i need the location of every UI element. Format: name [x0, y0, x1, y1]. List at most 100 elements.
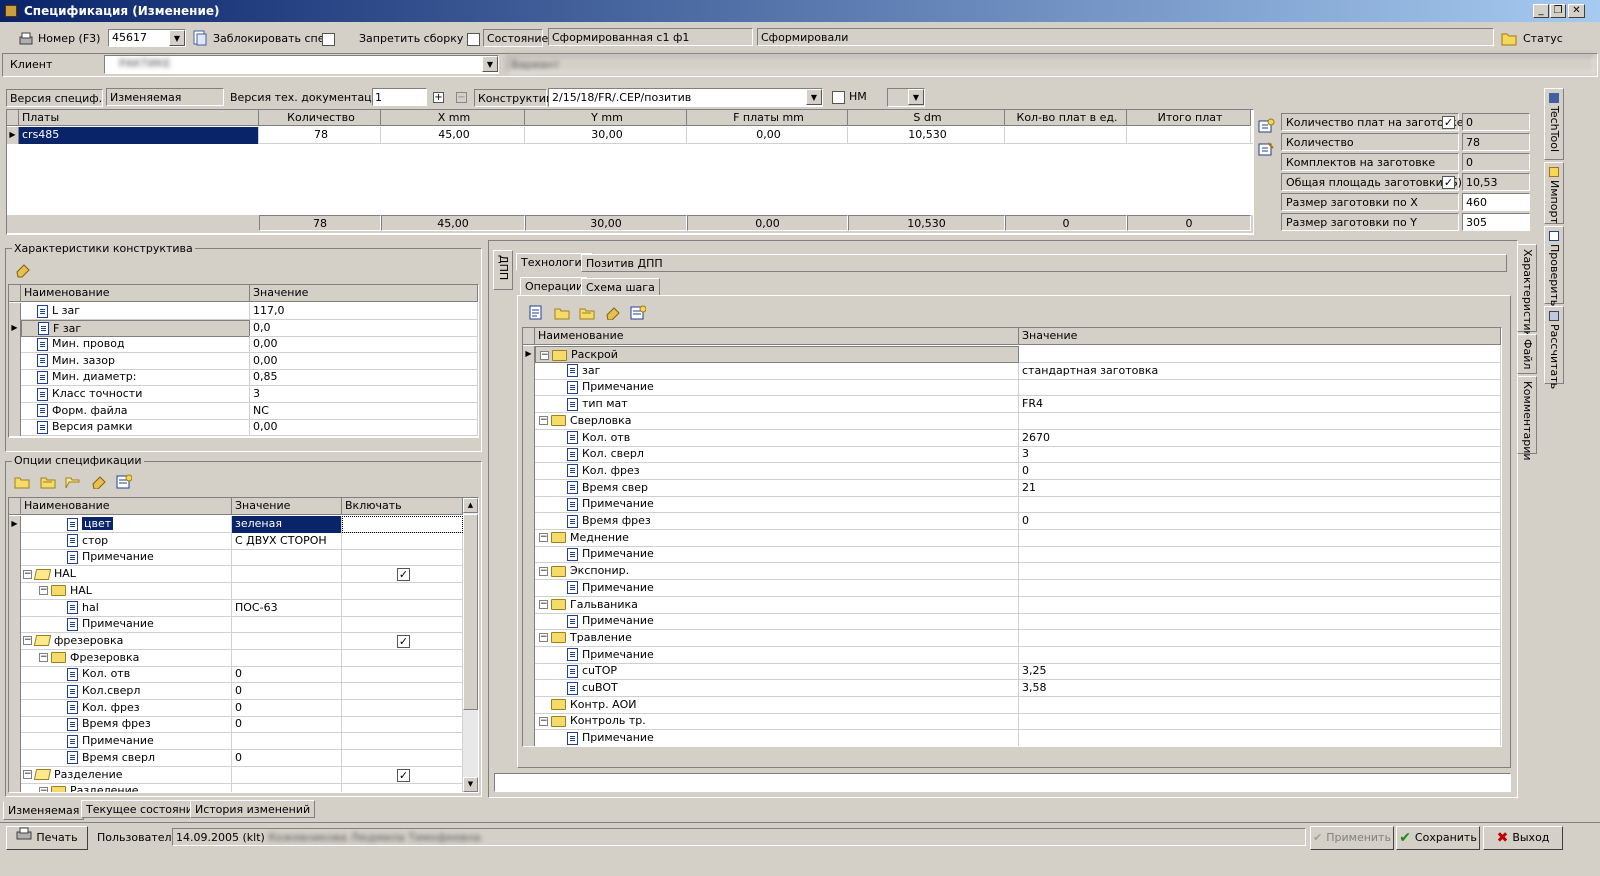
plus-icon[interactable]: + — [433, 92, 444, 103]
op-value-cell[interactable] — [1019, 713, 1501, 731]
collapse-icon[interactable]: − — [540, 350, 549, 360]
tree-row[interactable]: Время сверл 0 — [9, 749, 463, 767]
option-value-cell[interactable]: 0 — [232, 666, 342, 684]
chevron-down-icon[interactable]: ▼ — [482, 56, 498, 72]
tree-row[interactable]: − Травление — [523, 629, 1501, 647]
option-value-cell[interactable] — [232, 616, 342, 634]
scroll-down-icon[interactable]: ▼ — [463, 777, 478, 792]
collapse-icon[interactable]: − — [39, 786, 48, 792]
tab-calculate[interactable]: Рассчитать — [1544, 306, 1564, 389]
collapse-icon[interactable]: − — [539, 716, 548, 726]
tree-row[interactable]: − Сверловка — [523, 412, 1501, 430]
tree-row[interactable]: − Контроль тр. — [523, 713, 1501, 731]
option-include-cell[interactable] — [342, 683, 463, 700]
tech-doc-input[interactable]: 1 — [372, 88, 427, 106]
table-cell[interactable]: 0,00 — [687, 127, 848, 144]
folder-add-icon[interactable] — [40, 474, 56, 489]
option-include-cell[interactable] — [342, 649, 463, 667]
tab-step-scheme[interactable]: Схема шага — [581, 278, 660, 296]
option-value-cell[interactable] — [232, 733, 342, 751]
op-value-cell[interactable]: 21 — [1019, 479, 1501, 497]
tree-row[interactable]: − фрезеровка — [9, 632, 463, 650]
eraser-icon[interactable] — [91, 474, 107, 490]
blank-checkbox[interactable] — [1442, 176, 1455, 189]
op-value-cell[interactable] — [1019, 529, 1501, 547]
tree-row[interactable]: − Разделение — [9, 783, 463, 792]
table-row[interactable]: Мин. провод 0,00 — [9, 336, 478, 354]
nm-checkbox[interactable] — [832, 91, 845, 104]
table-row[interactable]: ▶ F заг 0,0 — [9, 319, 478, 337]
op-value-cell[interactable] — [1019, 379, 1501, 397]
forbid-assembly-checkbox[interactable] — [467, 33, 480, 46]
table-row[interactable]: Форм. файла NC — [9, 402, 478, 420]
tree-row[interactable]: ▶ цвет зеленая — [9, 516, 463, 533]
blank-checkbox[interactable] — [1442, 116, 1455, 129]
collapse-icon[interactable]: − — [23, 770, 32, 779]
tab-check[interactable]: Проверить — [1544, 226, 1564, 306]
op-value-cell[interactable]: 0 — [1019, 462, 1501, 480]
op-value-cell[interactable]: 3,58 — [1019, 680, 1501, 697]
new-folder-icon[interactable] — [14, 474, 30, 489]
option-value-cell[interactable]: 0 — [232, 749, 342, 767]
op-value-cell[interactable] — [1019, 412, 1501, 430]
tree-row[interactable]: Время фрез 0 — [9, 716, 463, 734]
tree-row[interactable]: − Разделение — [9, 766, 463, 784]
tab-operations[interactable]: Операции — [520, 277, 589, 295]
tree-row[interactable]: Кол. отв 2670 — [523, 429, 1501, 447]
tree-row[interactable]: Контр. АОИ — [523, 696, 1501, 714]
op-value-cell[interactable] — [1019, 629, 1501, 647]
option-include-cell[interactable] — [342, 783, 463, 792]
table-cell[interactable]: crs485 — [19, 127, 259, 144]
apply-button[interactable]: ✔ Применить — [1310, 826, 1394, 850]
properties-icon[interactable] — [630, 305, 647, 320]
collapse-icon[interactable]: − — [539, 600, 548, 609]
tree-row[interactable]: − Фрезеровка — [9, 649, 463, 667]
tree-row[interactable]: Кол. фрез 0 — [9, 699, 463, 717]
tree-row[interactable]: тип мат FR4 — [523, 396, 1501, 414]
op-value-cell[interactable] — [1019, 579, 1501, 597]
table-row[interactable]: Мин. диаметр: 0,85 — [9, 369, 478, 387]
tab-dpp[interactable]: ДПП — [493, 250, 513, 290]
op-value-cell[interactable]: 0 — [1019, 513, 1501, 530]
table-cell[interactable]: 78 — [259, 127, 381, 144]
options-scrollbar[interactable]: ▲ ▼ — [463, 498, 478, 792]
print-button[interactable]: Печать — [6, 826, 88, 850]
option-include-cell[interactable] — [342, 549, 463, 567]
tab-editable[interactable]: Изменяемая — [3, 801, 85, 820]
chevron-down-icon[interactable]: ▼ — [806, 89, 822, 105]
tree-row[interactable]: Время фрез 0 — [523, 513, 1501, 530]
status-button[interactable]: Статус — [1523, 30, 1563, 48]
tree-row[interactable]: − HAL — [9, 582, 463, 600]
char-value-cell[interactable]: 0,0 — [250, 319, 478, 337]
option-include-cell[interactable] — [342, 766, 463, 784]
op-value-cell[interactable]: 3,25 — [1019, 663, 1501, 681]
tree-row[interactable]: Время свер 21 — [523, 479, 1501, 497]
restore-button[interactable]: ❐ — [1550, 4, 1566, 18]
op-value-cell[interactable] — [1019, 563, 1501, 581]
tree-row[interactable]: hal ПОС-63 — [9, 599, 463, 617]
op-value-cell[interactable] — [1019, 546, 1501, 564]
variant-field[interactable]: Вариант — [507, 55, 1595, 73]
char-value-cell[interactable]: NC — [250, 402, 478, 420]
minimize-button[interactable]: _ — [1533, 4, 1549, 18]
option-value-cell[interactable]: ПОС-63 — [232, 599, 342, 617]
tree-row[interactable]: − Гальваника — [523, 596, 1501, 614]
char-value-cell[interactable]: 0,00 — [250, 336, 478, 354]
collapse-icon[interactable]: − — [539, 533, 548, 543]
table-cell[interactable]: 30,00 — [525, 127, 687, 144]
tree-row[interactable]: Кол.сверл 0 — [9, 683, 463, 700]
tree-row[interactable]: − Меднение — [523, 529, 1501, 547]
tab-file[interactable]: Файл — [1517, 334, 1537, 374]
tree-row[interactable]: Примечание — [523, 379, 1501, 397]
tree-row[interactable]: Кол. отв 0 — [9, 666, 463, 684]
tree-row[interactable]: Примечание — [9, 549, 463, 567]
option-value-cell[interactable] — [232, 582, 342, 600]
tree-row[interactable]: Примечание — [523, 646, 1501, 664]
scroll-thumb[interactable] — [463, 514, 478, 710]
scroll-up-icon[interactable]: ▲ — [463, 498, 478, 513]
tab-positive-dpp[interactable]: Позитив ДПП — [581, 254, 1507, 272]
collapse-icon[interactable]: − — [39, 586, 48, 596]
tab-techtool[interactable]: TechTool — [1544, 88, 1564, 160]
op-value-cell[interactable] — [1019, 730, 1501, 746]
op-value-cell[interactable]: FR4 — [1019, 396, 1501, 414]
